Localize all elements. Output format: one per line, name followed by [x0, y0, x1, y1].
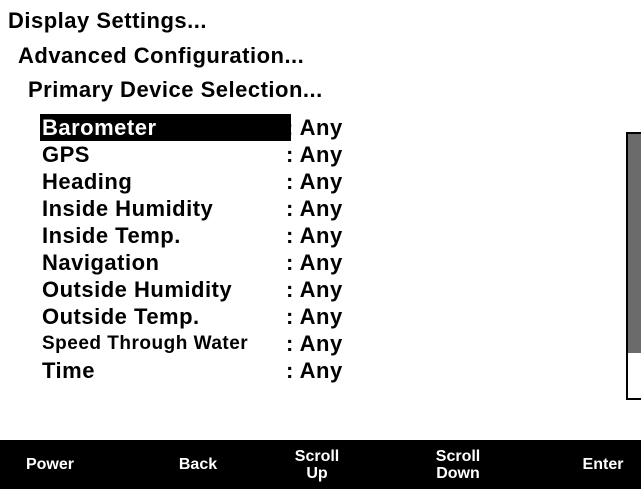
list-item-gps[interactable]: GPS : Any — [40, 141, 400, 168]
list-item-outside-temp[interactable]: Outside Temp. : Any — [40, 303, 400, 330]
breadcrumb-advanced-configuration: Advanced Configuration... — [18, 43, 305, 68]
scrollbar[interactable] — [626, 132, 641, 400]
list-item-value: : Any — [286, 142, 343, 167]
breadcrumb-display-settings: Display Settings... — [8, 8, 207, 33]
scroll-up-button[interactable]: Scroll Up — [267, 440, 367, 489]
list-item-barometer[interactable]: Barometer : Any — [40, 114, 400, 141]
list-item-label: Outside Temp. — [42, 304, 200, 329]
breadcrumb-primary-device-selection: Primary Device Selection... — [28, 77, 323, 102]
list-item-label: Barometer — [42, 115, 157, 140]
list-item-inside-temp[interactable]: Inside Temp. : Any — [40, 222, 400, 249]
power-button[interactable]: Power — [0, 440, 100, 489]
list-item-value: : Any — [286, 115, 343, 140]
list-item-navigation[interactable]: Navigation : Any — [40, 249, 400, 276]
list-item-label: Time — [42, 358, 95, 383]
list-item-label: Inside Humidity — [42, 196, 214, 221]
list-item-label: Heading — [42, 169, 133, 194]
list-item-value: : Any — [286, 304, 343, 329]
list-item-value: : Any — [286, 169, 343, 194]
enter-button[interactable]: Enter — [565, 440, 641, 489]
scroll-down-button[interactable]: Scroll Down — [408, 440, 508, 489]
list-item-inside-humidity[interactable]: Inside Humidity : Any — [40, 195, 400, 222]
list-item-heading[interactable]: Heading : Any — [40, 168, 400, 195]
list-item-value: : Any — [286, 250, 343, 275]
display-screen: Display Settings... Advanced Configurati… — [0, 0, 641, 489]
list-item-value: : Any — [286, 223, 343, 248]
list-item-label: Inside Temp. — [42, 223, 181, 248]
list-item-label: Outside Humidity — [42, 277, 233, 302]
back-button[interactable]: Back — [148, 440, 248, 489]
list-item-value: : Any — [286, 331, 343, 356]
list-item-outside-humidity[interactable]: Outside Humidity : Any — [40, 276, 400, 303]
list-item-value: : Any — [286, 196, 343, 221]
list-item-time[interactable]: Time : Any — [40, 357, 400, 384]
scrollbar-thumb[interactable] — [628, 134, 641, 353]
list-item-label: Speed Through Water — [42, 333, 249, 354]
list-item-label: GPS — [42, 142, 90, 167]
softkey-bar: Power Back Scroll Up Scroll Down Enter — [0, 440, 641, 489]
list-item-speed-through-water[interactable]: Speed Through Water : Any — [40, 330, 400, 357]
list-item-value: : Any — [286, 277, 343, 302]
list-item-label: Navigation — [42, 250, 160, 275]
list-item-value: : Any — [286, 358, 343, 383]
